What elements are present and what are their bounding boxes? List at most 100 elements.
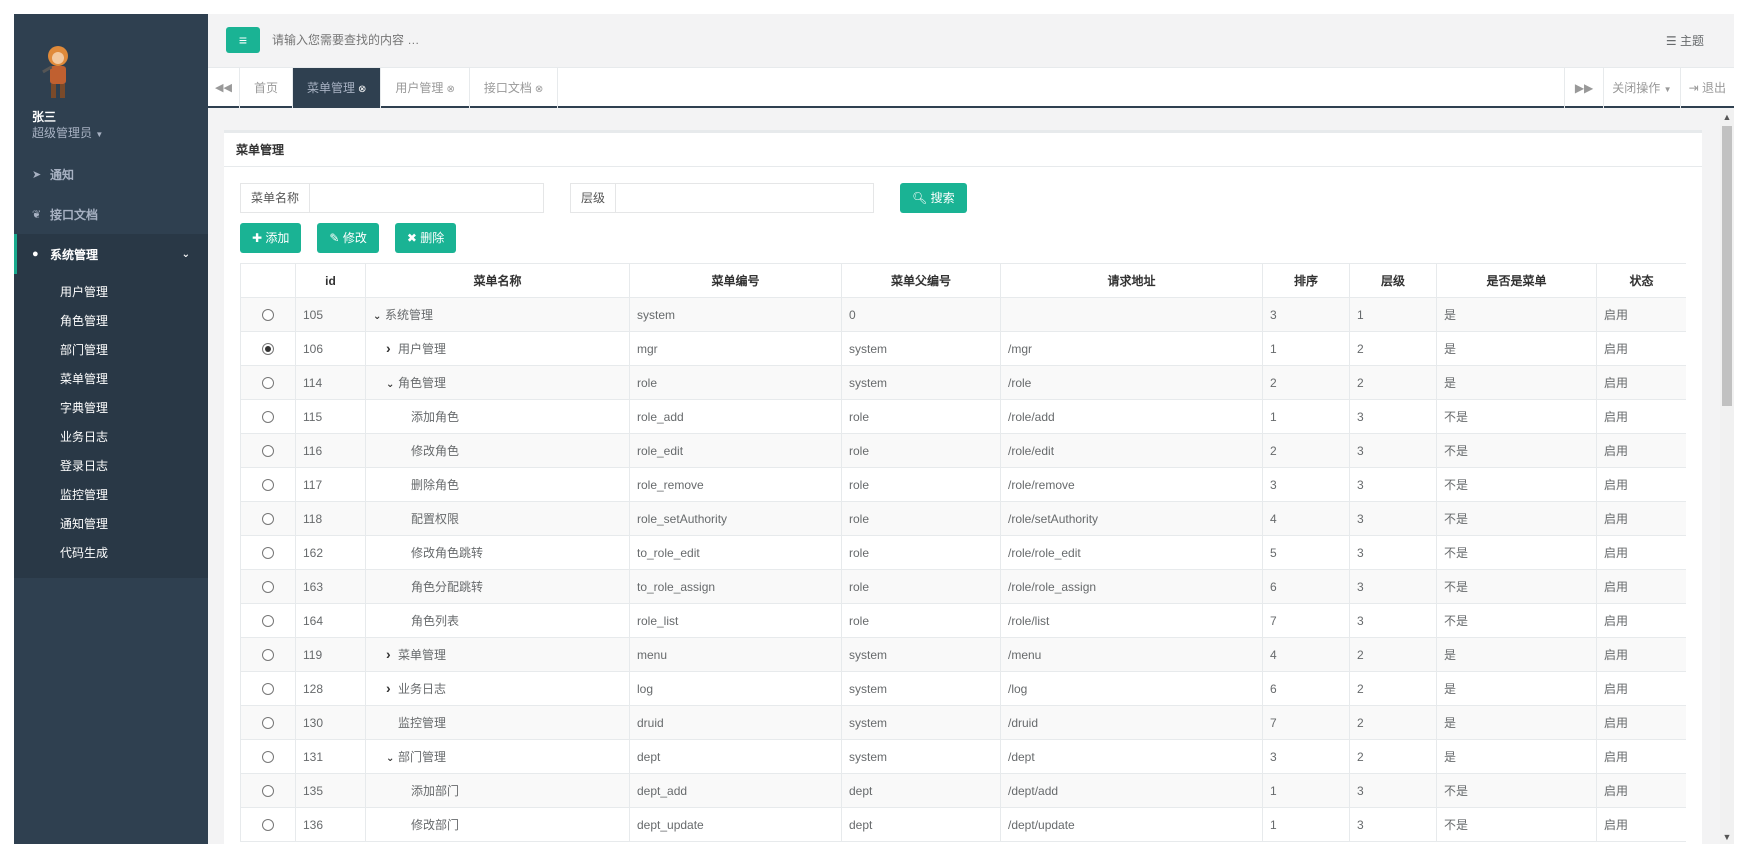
column-header[interactable]: 是否是菜单 bbox=[1436, 263, 1597, 298]
table-row[interactable]: 130 监控管理 druid system/druid 7 2 是启用 bbox=[240, 705, 1686, 740]
avatar[interactable] bbox=[36, 42, 78, 102]
sidebar-subitem-monitor[interactable]: 监控管理 bbox=[14, 481, 208, 510]
table-row[interactable]: 163 角色分配跳转 to_role_assign role/role/role_as… bbox=[240, 569, 1686, 604]
tab-label: 首页 bbox=[254, 81, 279, 95]
table-row[interactable]: 119 › 菜单管理 menu system/menu 4 2 是启用 bbox=[240, 637, 1686, 672]
sidebar-toggle-button[interactable]: ≡ bbox=[226, 27, 260, 53]
tab-menu-management[interactable]: 菜单管理 ⊗ bbox=[293, 68, 382, 108]
column-header[interactable]: 请求地址 bbox=[1000, 263, 1263, 298]
close-icon[interactable]: ⊗ bbox=[358, 84, 366, 95]
scroll-down-arrow[interactable]: ▼ bbox=[1720, 830, 1734, 844]
table-row[interactable]: 136 修改部门 dept_update dept/dept/update 1 3 不是 启用 bbox=[240, 807, 1686, 842]
table-row[interactable]: 135 添加部门 dept_add dept/dept/add 1 3 不是 启用 bbox=[240, 773, 1686, 808]
chevron-down-icon[interactable]: ⌄ bbox=[386, 379, 398, 390]
sidebar-subitem-code-gen[interactable]: 代码生成 bbox=[14, 539, 208, 568]
column-header[interactable]: 菜单父编号 bbox=[841, 263, 1001, 298]
scrollbar-thumb[interactable] bbox=[1722, 126, 1732, 406]
theme-button[interactable]: ☰ 主题 bbox=[1666, 32, 1704, 49]
table-row[interactable]: 105 ⌄ 系统管理 system 0 3 1 是启用 bbox=[240, 297, 1686, 332]
table-row[interactable]: 117 删除角色 role_remove role/role/remove 3 3 不是 启用 bbox=[240, 467, 1686, 502]
cell-ismenu: 是 bbox=[1436, 637, 1597, 672]
chevron-right-icon[interactable]: › bbox=[386, 340, 398, 356]
sidebar-subitem-dict-management[interactable]: 字典管理 bbox=[14, 394, 208, 423]
table-row[interactable]: 128 › 业务日志 log system/log 6 2 是启用 bbox=[240, 671, 1686, 706]
sidebar-item-system-management[interactable]: ● 系统管理 ⌄ bbox=[14, 234, 208, 274]
caret-down-icon: ▼ bbox=[1663, 85, 1672, 94]
cell-ismenu: 是 bbox=[1436, 739, 1597, 774]
table-row[interactable]: 118 配置权限 role_setAuthority role/role/setAut… bbox=[240, 501, 1686, 536]
sidebar-subitem-role-management[interactable]: 角色管理 bbox=[14, 307, 208, 336]
tab-home[interactable]: 首页 bbox=[240, 68, 294, 108]
sidebar-subitem-notice-management[interactable]: 通知管理 bbox=[14, 510, 208, 539]
row-radio[interactable] bbox=[262, 581, 274, 594]
tabs-scroll-right-button[interactable]: ▶▶ bbox=[1563, 68, 1603, 108]
delete-button[interactable]: ✖ 删除 bbox=[394, 223, 457, 253]
level-input[interactable] bbox=[616, 184, 867, 212]
sidebar-subitem-user-management[interactable]: 用户管理 bbox=[14, 278, 208, 307]
row-radio[interactable] bbox=[262, 445, 274, 458]
column-header[interactable]: 状态 bbox=[1596, 263, 1686, 298]
row-radio[interactable] bbox=[262, 615, 274, 628]
cell-num: 6 bbox=[1262, 569, 1350, 604]
close-icon[interactable]: ⊗ bbox=[446, 84, 454, 95]
cell-ismenu: 是 bbox=[1436, 331, 1597, 366]
edit-button[interactable]: ✎ 修改 bbox=[317, 223, 379, 253]
table-row[interactable]: 162 修改角色跳转 to_role_edit role/role/role_edit… bbox=[240, 535, 1686, 570]
table-row[interactable]: 131 ⌄ 部门管理 dept system/dept 3 2 是启用 bbox=[240, 739, 1686, 774]
cell-code: role_remove bbox=[629, 467, 842, 502]
column-header[interactable]: 菜单编号 bbox=[629, 263, 842, 298]
vertical-scrollbar[interactable]: ▲ ▼ bbox=[1720, 110, 1734, 844]
table-row[interactable]: 115 添加角色 role_add role/role/add 1 3 不是 启用 bbox=[240, 399, 1686, 434]
column-header[interactable]: 层级 bbox=[1349, 263, 1437, 298]
sidebar-item-api-docs[interactable]: ❦ 接口文档 bbox=[14, 194, 208, 234]
cell-status: 启用 bbox=[1596, 705, 1686, 740]
sidebar-subitem-business-log[interactable]: 业务日志 bbox=[14, 423, 208, 452]
sidebar-subitem-menu-management[interactable]: 菜单管理 bbox=[14, 365, 208, 394]
sidebar-item-notice[interactable]: ➤ 通知 bbox=[14, 154, 208, 194]
search-button[interactable]: 🔍︎ 搜索 bbox=[900, 183, 967, 213]
row-select-cell bbox=[240, 433, 296, 468]
tabs-scroll-left-button[interactable]: ◀◀ bbox=[208, 68, 240, 108]
row-radio[interactable] bbox=[262, 751, 274, 764]
row-radio[interactable] bbox=[262, 479, 274, 492]
row-radio[interactable] bbox=[262, 309, 274, 322]
action-buttons: ✚ 添加 ✎ 修改 ✖ 删除 bbox=[240, 223, 457, 253]
column-header[interactable]: 菜单名称 bbox=[365, 263, 630, 298]
search-input[interactable] bbox=[272, 28, 672, 52]
tab-api-docs[interactable]: 接口文档 ⊗ bbox=[470, 68, 559, 108]
row-radio[interactable] bbox=[262, 785, 274, 798]
table-row[interactable]: 116 修改角色 role_edit role/role/edit 2 3 不是 启用 bbox=[240, 433, 1686, 468]
sidebar-subitem-login-log[interactable]: 登录日志 bbox=[14, 452, 208, 481]
close-icon[interactable]: ⊗ bbox=[535, 84, 543, 95]
row-radio[interactable] bbox=[262, 377, 274, 390]
row-radio[interactable] bbox=[262, 819, 274, 832]
chevron-right-icon[interactable]: › bbox=[386, 646, 398, 662]
menu-name-input[interactable] bbox=[310, 184, 541, 212]
profile-area: 张三 超级管理员 ▼ bbox=[14, 14, 208, 154]
column-header[interactable]: 排序 bbox=[1262, 263, 1350, 298]
cell-ismenu: 是 bbox=[1436, 671, 1597, 706]
cell-name: 修改角色 bbox=[365, 433, 630, 468]
column-header[interactable]: id bbox=[295, 263, 366, 298]
row-radio[interactable] bbox=[262, 513, 274, 526]
row-radio[interactable] bbox=[262, 717, 274, 730]
logout-button[interactable]: ⇥ 退出 bbox=[1679, 68, 1734, 108]
table-row[interactable]: 114 ⌄ 角色管理 role system/role 2 2 是启用 bbox=[240, 365, 1686, 400]
row-radio[interactable] bbox=[262, 649, 274, 662]
chevron-down-icon[interactable]: ⌄ bbox=[373, 311, 385, 322]
sidebar-subitem-dept-management[interactable]: 部门管理 bbox=[14, 336, 208, 365]
chevron-down-icon[interactable]: ⌄ bbox=[386, 753, 398, 764]
table-row[interactable]: 164 角色列表 role_list role/role/list 7 3 不是 启用 bbox=[240, 603, 1686, 638]
scroll-up-arrow[interactable]: ▲ bbox=[1720, 110, 1734, 124]
add-button[interactable]: ✚ 添加 bbox=[240, 223, 302, 253]
table-row[interactable]: 106 › 用户管理 mgr system/mgr 1 2 是启用 bbox=[240, 331, 1686, 366]
row-radio[interactable] bbox=[262, 343, 274, 356]
cell-code: dept_add bbox=[629, 773, 842, 808]
row-radio[interactable] bbox=[262, 547, 274, 560]
tab-user-management[interactable]: 用户管理 ⊗ bbox=[381, 68, 470, 108]
row-radio[interactable] bbox=[262, 411, 274, 424]
row-radio[interactable] bbox=[262, 683, 274, 696]
chevron-right-icon[interactable]: › bbox=[386, 680, 398, 696]
user-role-dropdown[interactable]: 超级管理员 ▼ bbox=[32, 124, 103, 141]
close-operations-dropdown[interactable]: 关闭操作 ▼ bbox=[1603, 68, 1679, 108]
